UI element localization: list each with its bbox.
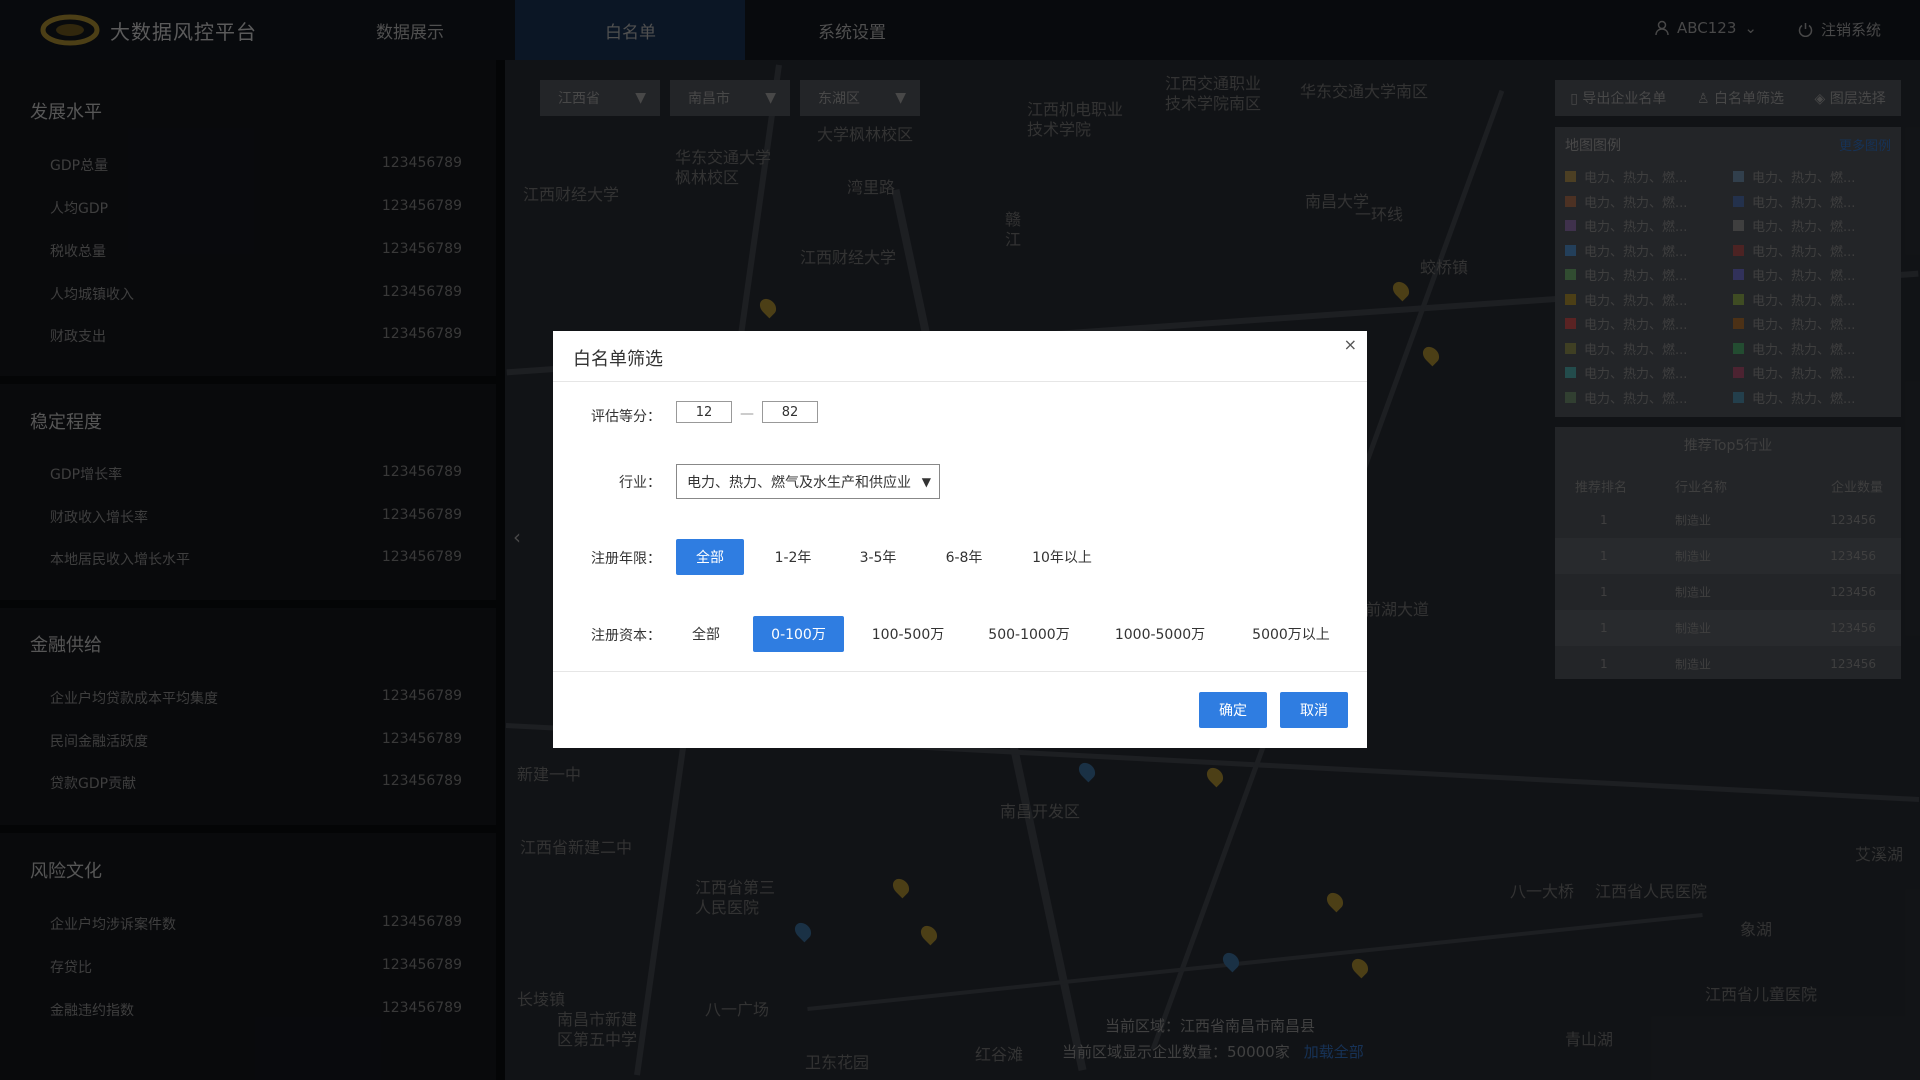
dropdown-arrow-icon: ▼	[921, 474, 931, 489]
score-label: 评估等分：	[591, 409, 661, 425]
whitelist-filter-modal: 白名单筛选 × 评估等分： — 行业： 电力、热力、燃气及水生产和供应业 ▼ 注…	[553, 331, 1367, 748]
industry-select[interactable]: 电力、热力、燃气及水生产和供应业 ▼	[676, 464, 940, 499]
score-min-input[interactable]	[676, 401, 732, 423]
modal-footer-divider	[553, 671, 1367, 672]
capital-option[interactable]: 500-1000万	[974, 616, 1084, 652]
modal-title: 白名单筛选	[573, 349, 663, 370]
industry-select-value: 电力、热力、燃气及水生产和供应业	[687, 474, 911, 491]
years-option[interactable]: 1-2年	[759, 539, 827, 575]
capital-option[interactable]: 全部	[676, 616, 736, 652]
years-label: 注册年限：	[591, 551, 661, 567]
range-dash: —	[740, 406, 754, 422]
close-icon[interactable]: ×	[1344, 335, 1357, 354]
capital-option[interactable]: 100-500万	[858, 616, 958, 652]
capital-label: 注册资本：	[591, 628, 661, 644]
capital-option[interactable]: 1000-5000万	[1100, 616, 1220, 652]
years-option[interactable]: 全部	[676, 539, 744, 575]
score-max-input[interactable]	[762, 401, 818, 423]
capital-option[interactable]: 0-100万	[753, 616, 844, 652]
confirm-button[interactable]: 确定	[1199, 692, 1267, 728]
years-option[interactable]: 3-5年	[844, 539, 912, 575]
modal-header: 白名单筛选 ×	[553, 331, 1367, 382]
cancel-button[interactable]: 取消	[1280, 692, 1348, 728]
capital-option[interactable]: 5000万以上	[1236, 616, 1346, 652]
years-option[interactable]: 6-8年	[930, 539, 998, 575]
years-option[interactable]: 10年以上	[1017, 539, 1107, 575]
industry-label: 行业：	[619, 475, 661, 491]
